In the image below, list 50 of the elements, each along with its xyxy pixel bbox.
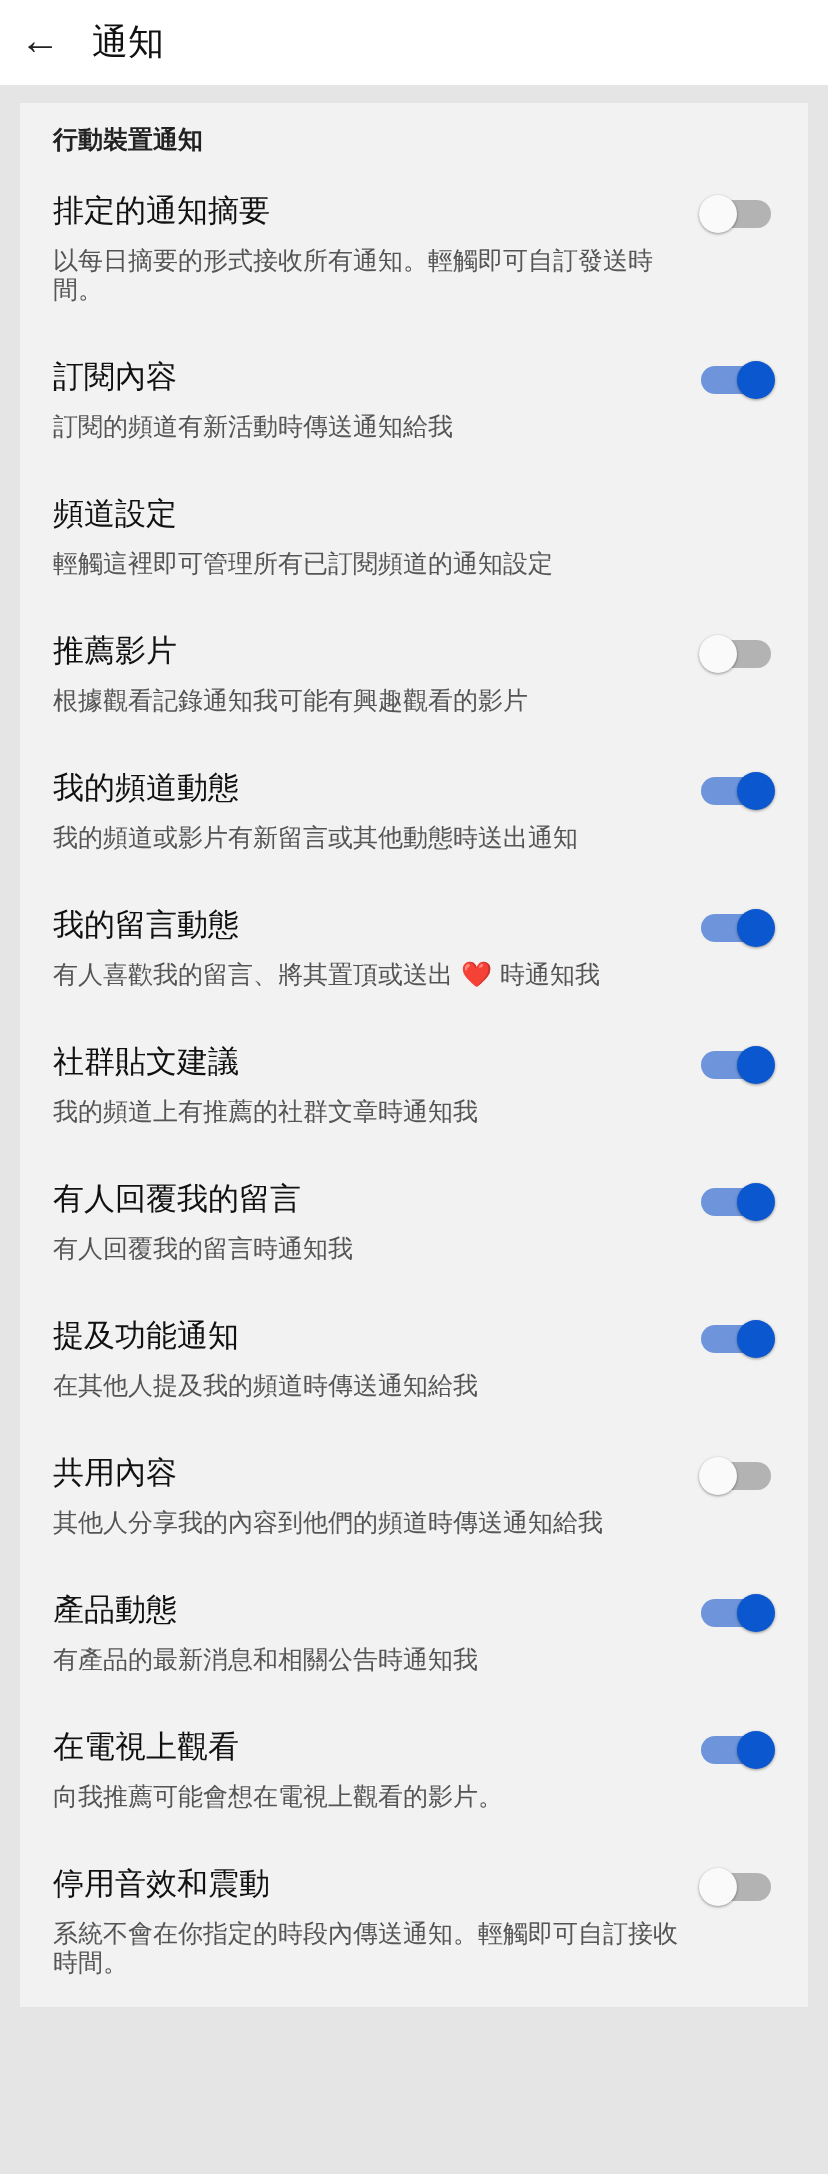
toggle-switch[interactable] [699,360,775,400]
setting-title: 我的留言動態 [53,905,240,944]
setting-title: 有人回覆我的留言 [53,1179,302,1218]
setting-title: 我的頻道動態 [53,768,240,807]
toggle-switch[interactable] [699,1593,775,1633]
setting-row[interactable]: 共用內容 其他人分享我的內容到他們的頻道時傳送通知給我 [53,1430,775,1567]
setting-row[interactable]: 提及功能通知 在其他人提及我的頻道時傳送通知給我 [53,1293,775,1430]
setting-row[interactable]: 在電視上觀看 向我推薦可能會想在電視上觀看的影片。 [53,1704,775,1841]
setting-row[interactable]: 訂閱內容 訂閱的頻道有新活動時傳送通知給我 [53,334,775,471]
setting-description: 有人喜歡我的留言、將其置頂或送出 ❤ 時通知我 [53,960,601,989]
setting-description: 有產品的最新消息和相關公告時通知我 [53,1645,479,1674]
setting-description: 其他人分享我的內容到他們的頻道時傳送通知給我 [53,1508,604,1537]
back-button[interactable]: ← [0,19,80,66]
setting-description: 系統不會在你指定的時段內傳送通知。輕觸即可自訂接收時間。 [53,1919,679,1977]
setting-description: 有人回覆我的留言時通知我 [53,1234,354,1263]
setting-row[interactable]: 有人回覆我的留言 有人回覆我的留言時通知我 [53,1156,775,1293]
toggle-switch[interactable] [699,1730,775,1770]
section-title: 行動裝置通知 [53,124,204,156]
setting-row[interactable]: 產品動態 有產品的最新消息和相關公告時通知我 [53,1567,775,1704]
page-title: 通知 [92,20,164,64]
toggle-switch[interactable] [699,771,775,811]
setting-title: 排定的通知摘要 [53,191,271,230]
setting-description: 我的頻道上有推薦的社群文章時通知我 [53,1097,479,1126]
setting-row[interactable]: 我的頻道動態 我的頻道或影片有新留言或其他動態時送出通知 [53,745,775,882]
setting-description: 以每日摘要的形式接收所有通知。輕觸即可自訂發送時間。 [53,246,654,304]
toggle-switch[interactable] [699,908,775,948]
setting-description: 訂閱的頻道有新活動時傳送通知給我 [53,412,454,441]
setting-title: 頻道設定 [53,494,178,533]
toggle-switch[interactable] [699,1045,775,1085]
setting-row[interactable]: 頻道設定 輕觸這裡即可管理所有已訂閱頻道的通知設定 [53,471,775,608]
setting-row[interactable]: 我的留言動態 有人喜歡我的留言、將其置頂或送出 ❤ 時通知我 [53,882,775,1019]
setting-row[interactable]: 社群貼文建議 我的頻道上有推薦的社群文章時通知我 [53,1019,775,1156]
setting-title: 停用音效和震動 [53,1864,271,1903]
setting-row[interactable]: 推薦影片 根據觀看記錄通知我可能有興趣觀看的影片 [53,608,775,745]
setting-row[interactable]: 停用音效和震動 系統不會在你指定的時段內傳送通知。輕觸即可自訂接收時間。 [53,1841,775,2007]
setting-description: 向我推薦可能會想在電視上觀看的影片。 [53,1782,504,1811]
setting-title: 在電視上觀看 [53,1727,240,1766]
setting-title: 提及功能通知 [53,1316,240,1355]
setting-title: 共用內容 [53,1453,178,1492]
setting-description: 輕觸這裡即可管理所有已訂閱頻道的通知設定 [53,549,554,578]
setting-description: 根據觀看記錄通知我可能有興趣觀看的影片 [53,686,529,715]
setting-title: 推薦影片 [53,631,178,670]
setting-description: 在其他人提及我的頻道時傳送通知給我 [53,1371,479,1400]
setting-title: 訂閱內容 [53,357,178,396]
setting-description: 我的頻道或影片有新留言或其他動態時送出通知 [53,823,579,852]
setting-title: 產品動態 [53,1590,178,1629]
setting-row[interactable]: 排定的通知摘要 以每日摘要的形式接收所有通知。輕觸即可自訂發送時間。 [53,168,775,334]
toggle-switch[interactable] [699,1182,775,1222]
toggle-switch[interactable] [699,1319,775,1359]
setting-title: 社群貼文建議 [53,1042,240,1081]
